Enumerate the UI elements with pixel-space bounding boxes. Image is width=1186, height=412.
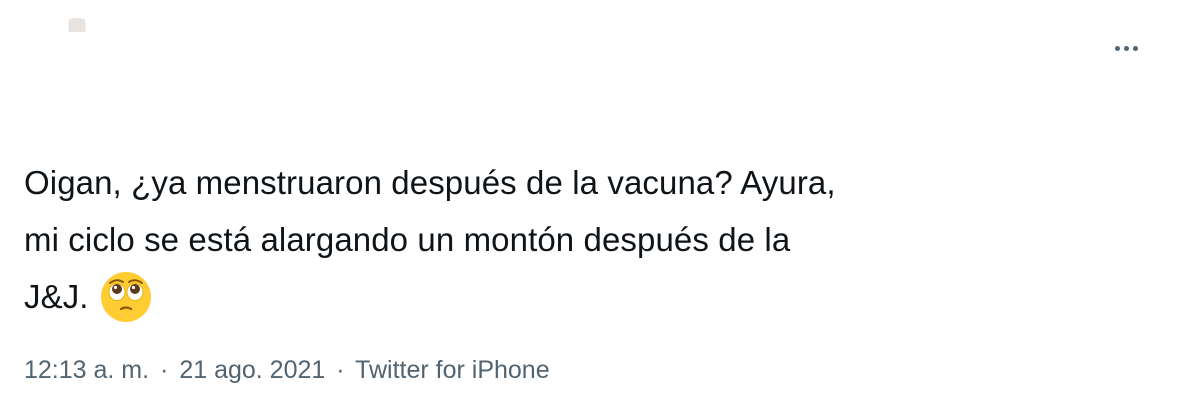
tweet-source[interactable]: Twitter for iPhone [355,356,550,384]
avatar-redaction [44,32,110,118]
separator: · [336,356,345,384]
more-options-button[interactable] [1106,28,1146,68]
more-horizontal-icon [1114,45,1138,51]
tweet-text-line: mi ciclo se está alargando un montón des… [24,221,791,258]
tweet-text-line: Oigan, ¿ya menstruaron después de la vac… [24,164,836,201]
tweet-metadata: 12:13 a. m. · 21 ago. 2021 · Twitter for… [24,352,550,388]
tweet-text: Oigan, ¿ya menstruaron después de la vac… [24,154,1144,325]
avatar[interactable] [44,18,110,118]
tweet-text-line: J&J. [24,278,89,315]
tweet-text-line-last: J&J. [24,268,1144,325]
separator: · [160,356,169,384]
face-holding-back-tears-icon [100,272,151,322]
tweet-time[interactable]: 12:13 a. m. [24,356,149,384]
tweet-date[interactable]: 21 ago. 2021 [179,356,325,384]
